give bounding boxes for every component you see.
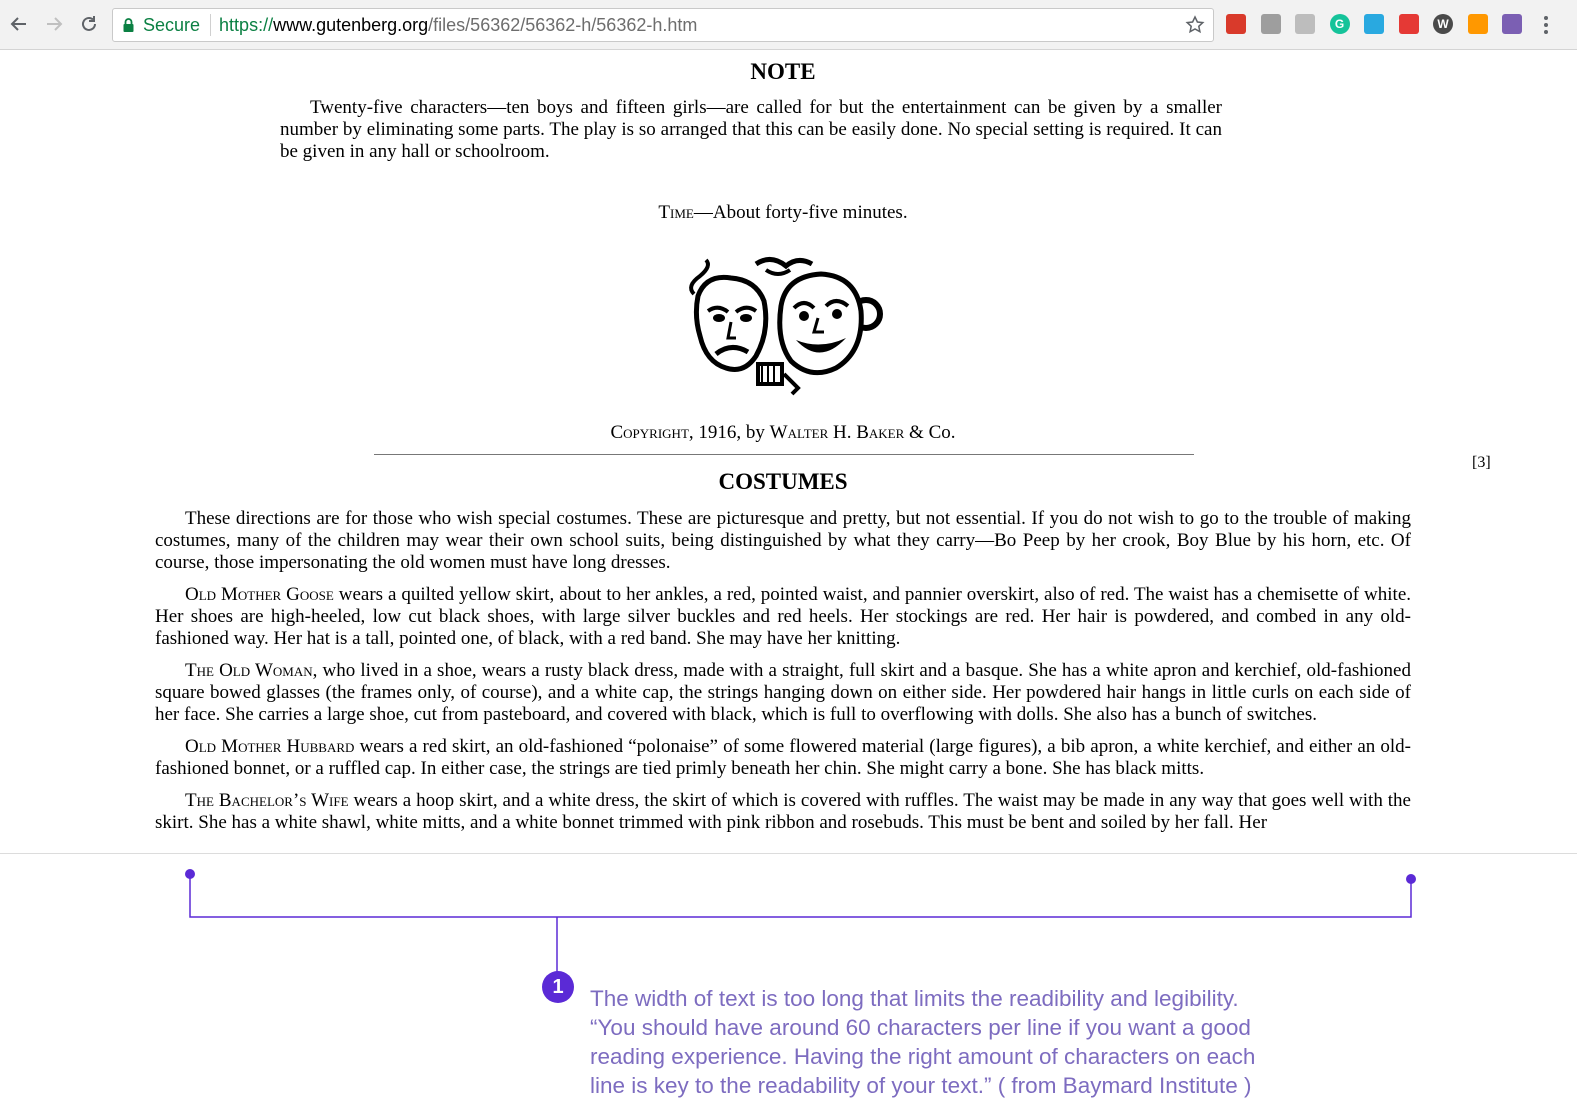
annotation-line: reading experience. Having the right amo… [590,1044,1256,1069]
gray-box-ext-icon[interactable] [1260,14,1281,34]
red-book-ext-icon[interactable] [1226,14,1246,34]
copyright-word: Copyright [610,422,689,443]
annotation-line: line is key to the readability of your t… [590,1073,1252,1098]
costume-text: , who lived in a shoe, wears a rusty bla… [155,660,1411,725]
omnibox-divider [210,14,212,36]
url-scheme: https:// [219,14,274,35]
note-paragraph: Twenty-five characters—ten boys and fift… [280,97,1222,162]
time-label: Time [658,202,694,223]
character-name: Old Mother Hubbard [185,736,355,757]
grammarly-ext-icon[interactable]: G [1329,14,1350,34]
eyedropper-ext-icon[interactable] [1502,14,1522,34]
annotation-line: “You should have around 60 characters pe… [590,1015,1251,1040]
browser-toolbar: Secure https:// www.gutenberg.org /files… [0,0,1577,50]
note-ext-icon[interactable] [1364,14,1384,34]
annotation-number-badge: 1 [542,971,574,1003]
copyright-middle: , 1916, by [688,422,770,443]
reload-icon[interactable] [76,11,102,37]
extensions-bar: GW [1226,14,1537,34]
section-divider [374,454,1194,455]
lock-icon [123,17,134,32]
copyright-line: Copyright, 1916, by Walter H. Baker & Co… [0,422,1566,444]
time-line: Time—About forty-five minutes. [0,202,1566,224]
annotation-text: The width of text is too long that limit… [590,984,1290,1100]
costume-text: wears a quilted yellow skirt, about to h… [155,584,1412,649]
copyright-tail: & Co. [904,422,956,443]
costumes-heading: COSTUMES [718,469,848,494]
costumes-intro-paragraph: These directions are for those who wish … [155,508,1411,573]
theatre-masks-illustration [689,257,883,396]
bookmark-star-icon[interactable] [1185,15,1205,35]
publisher-name: Walter H. Baker [769,422,905,443]
url-host: www.gutenberg.org [273,14,429,35]
address-bar[interactable]: Secure https:// www.gutenberg.org /files… [112,8,1214,42]
annotation-line: The width of text is too long that limit… [590,986,1239,1011]
costumes-section: These directions are for those who wish … [155,508,1411,844]
character-name: The Bachelor’s Wife [185,790,349,811]
wordpress-ext-icon[interactable]: W [1433,14,1453,34]
page-content: NOTE Twenty-five characters—ten boys and… [0,51,1577,853]
drive-ext-icon[interactable] [1295,14,1315,34]
annotation-panel: 1 The width of text is too long that lim… [0,853,1577,1103]
costume-paragraph: The Old Woman, who lived in a shoe, wear… [155,660,1411,726]
character-name: The Old Woman [185,660,313,681]
back-icon[interactable] [6,11,32,37]
costume-paragraph: The Bachelor’s Wife wears a hoop skirt, … [155,790,1411,834]
check-ext-icon[interactable] [1398,14,1419,34]
url-path: /files/56362/56362-h/56362-h.htm [428,14,698,35]
costume-paragraph: Old Mother Hubbard wears a red skirt, an… [155,736,1411,780]
character-name: Old Mother Goose [185,584,334,605]
menu-kebab-icon[interactable] [1540,13,1552,37]
note-heading: NOTE [750,59,816,84]
color-wheel-ext-icon[interactable] [1467,14,1488,34]
forward-icon[interactable] [41,11,67,37]
secure-label: Secure [143,14,201,35]
time-text: —About forty-five minutes. [693,202,908,223]
costume-paragraph: Old Mother Goose wears a quilted yellow … [155,584,1411,650]
